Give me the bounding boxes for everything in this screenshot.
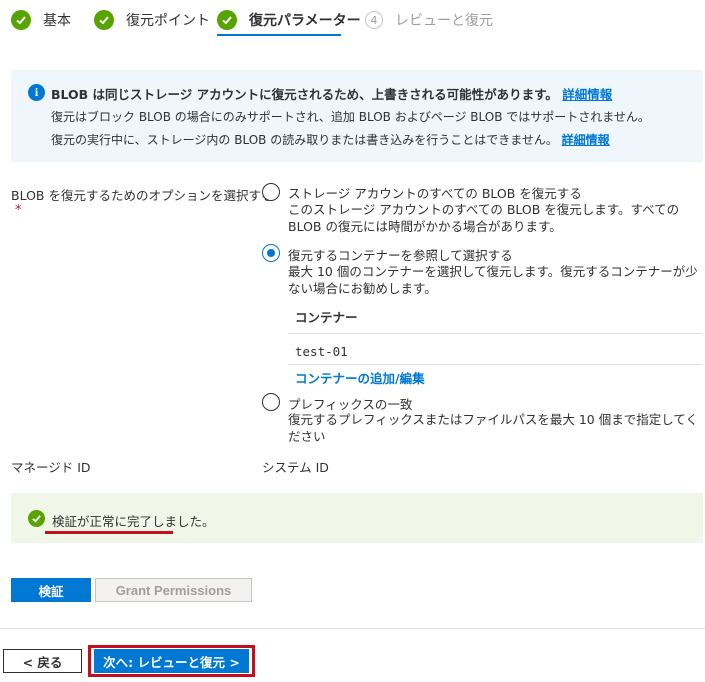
step-restore-parameters[interactable]: 復元パラメーター [217, 9, 361, 31]
radio-prefix-match[interactable] [262, 393, 280, 411]
step-basics[interactable]: 基本 [11, 9, 71, 31]
info-icon: i [28, 84, 45, 101]
restore-option-label: BLOB を復元するためのオプションを選択する [11, 188, 274, 203]
next-review-restore-button[interactable]: 次へ: レビューと復元 > [94, 649, 249, 673]
option-description: 最大 10 個のコンテナーを選択して復元します。復元するコンテナーが少ない場合に… [288, 264, 698, 296]
info-line-3: 復元の実行中に、ストレージ内の BLOB の読み取りまたは書き込みを行うことはで… [51, 133, 610, 147]
learn-more-link[interactable]: 詳細情報 [562, 133, 610, 147]
footer-divider [0, 628, 705, 629]
option-description: このストレージ アカウントのすべての BLOB を復元します。すべての BLOB… [288, 202, 680, 234]
step-label: 復元ポイント [126, 13, 210, 29]
validation-success-banner: 検証が正常に完了しました。 [11, 493, 703, 543]
info-line-1: BLOB は同じストレージ アカウントに復元されるため、上書きされる可能性があり… [51, 87, 613, 102]
info-line-2: 復元はブロック BLOB の場合にのみサポートされ、追加 BLOB およびページ… [51, 110, 650, 124]
add-edit-containers-link[interactable]: コンテナーの追加/編集 [295, 368, 425, 387]
checkmark-icon [217, 10, 237, 30]
radio-select-containers[interactable] [262, 244, 280, 262]
learn-more-link[interactable]: 詳細情報 [562, 87, 612, 102]
option-title: 復元するコンテナーを参照して選択する [288, 248, 513, 263]
step-review-restore[interactable]: 4 レビューと復元 [365, 9, 493, 31]
info-banner: i BLOB は同じストレージ アカウントに復元されるため、上書きされる可能性が… [11, 70, 703, 162]
step-label: 復元パラメーター [249, 13, 361, 29]
required-marker: * [15, 203, 22, 218]
step-restore-point[interactable]: 復元ポイント [94, 9, 210, 31]
checkmark-icon [94, 10, 114, 30]
grant-permissions-button[interactable]: Grant Permissions [95, 578, 252, 602]
checkmark-icon [11, 10, 31, 30]
managed-identity-label: マネージド ID [11, 460, 91, 475]
step-number: 4 [365, 11, 383, 29]
option-description: 復元するプレフィックスまたはファイルパスを最大 10 個まで指定してください [288, 412, 698, 444]
option-title: ストレージ アカウントのすべての BLOB を復元する [288, 186, 582, 201]
back-button[interactable]: < 戻る [3, 649, 82, 673]
success-check-icon [28, 510, 45, 527]
divider [288, 364, 702, 365]
divider [288, 333, 702, 334]
validate-button[interactable]: 検証 [11, 578, 91, 602]
annotation-underline [45, 531, 173, 534]
container-row: test-01 [295, 344, 348, 359]
validation-message: 検証が正常に完了しました。 [52, 514, 215, 529]
system-identity-label: システム ID [262, 460, 329, 475]
radio-restore-all[interactable] [262, 183, 280, 201]
containers-header: コンテナー [295, 310, 358, 325]
step-label: 基本 [43, 13, 71, 29]
step-label: レビューと復元 [395, 13, 493, 29]
active-step-indicator [217, 34, 341, 36]
